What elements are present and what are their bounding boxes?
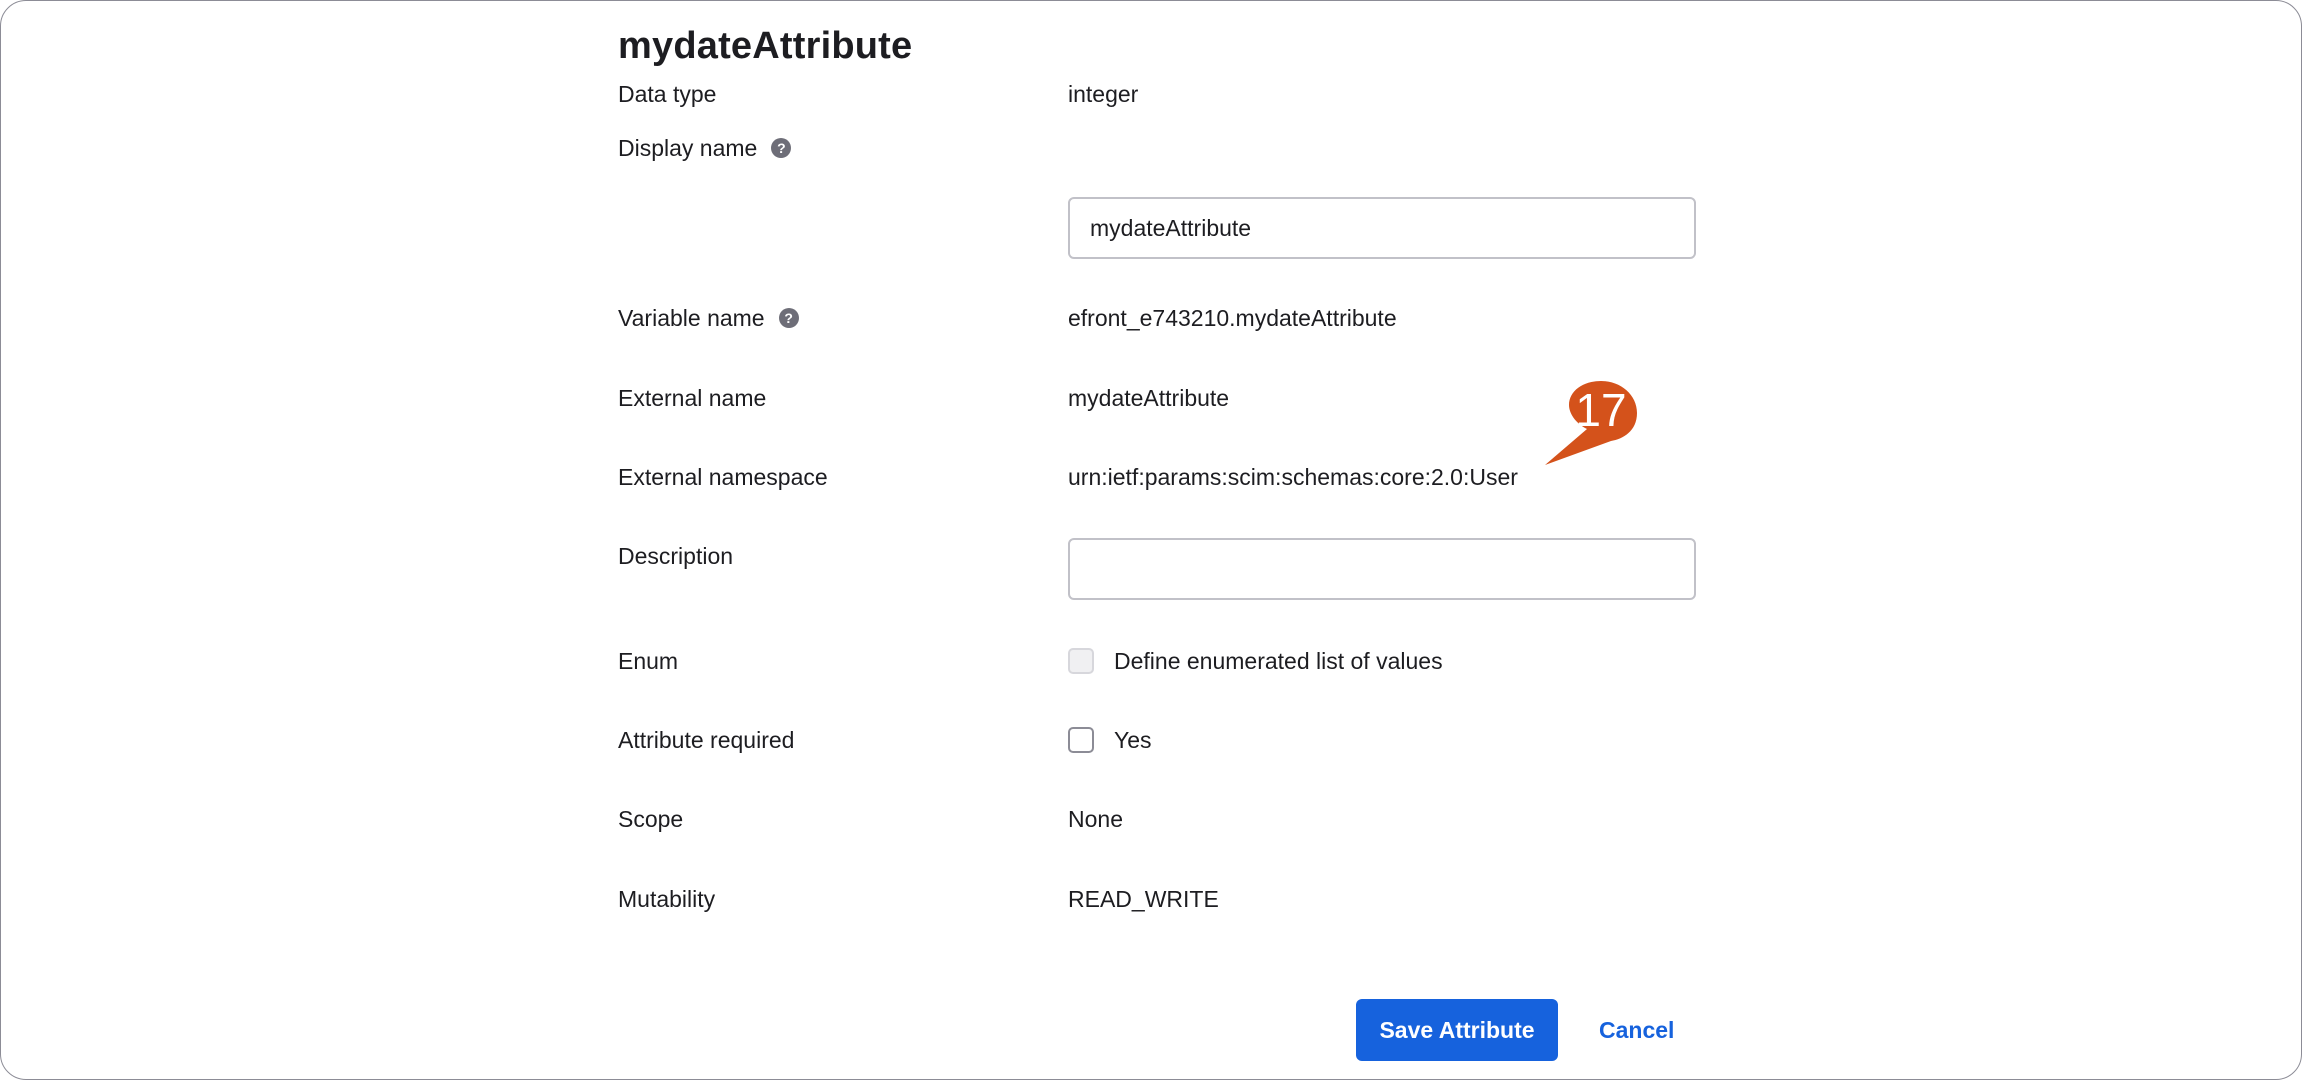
- enum-label: Enum: [618, 648, 679, 674]
- cancel-link[interactable]: Cancel: [1599, 1014, 1674, 1046]
- display-name-input[interactable]: [1068, 197, 1696, 259]
- page-title: mydateAttribute: [618, 25, 913, 67]
- description-label: Description: [618, 543, 734, 569]
- variable-name-label-text: Variable name: [618, 305, 765, 331]
- data-type-value: integer: [1068, 81, 1139, 107]
- scope-label: Scope: [618, 806, 684, 832]
- enum-checkbox-label: Define enumerated list of values: [1114, 648, 1443, 674]
- data-type-label: Data type: [618, 81, 717, 107]
- help-icon[interactable]: ?: [778, 307, 799, 328]
- dialog-frame: mydateAttribute Data type integer Displa…: [0, 0, 2302, 1080]
- display-name-label-text: Display name: [618, 135, 758, 161]
- help-icon[interactable]: ?: [771, 137, 792, 158]
- variable-name-label: Variable name?: [618, 303, 799, 333]
- callout-number: 17: [1575, 384, 1627, 436]
- external-name-value: mydateAttribute: [1068, 385, 1230, 411]
- mutability-value: READ_WRITE: [1068, 886, 1219, 912]
- attribute-required-label: Attribute required: [618, 727, 795, 753]
- external-name-label: External name: [618, 385, 767, 411]
- external-namespace-value: urn:ietf:params:scim:schemas:core:2.0:Us…: [1068, 464, 1518, 490]
- attribute-required-checkbox-label: Yes: [1114, 727, 1152, 753]
- display-name-label: Display name?: [618, 133, 792, 163]
- save-attribute-button[interactable]: Save Attribute: [1356, 999, 1558, 1061]
- external-namespace-label: External namespace: [618, 464, 828, 490]
- variable-name-value: efront_e743210.mydateAttribute: [1068, 305, 1397, 331]
- scope-value: None: [1068, 806, 1123, 832]
- attribute-required-checkbox[interactable]: [1068, 727, 1094, 753]
- description-input[interactable]: [1068, 538, 1696, 600]
- mutability-label: Mutability: [618, 886, 716, 912]
- enum-checkbox[interactable]: [1068, 648, 1094, 674]
